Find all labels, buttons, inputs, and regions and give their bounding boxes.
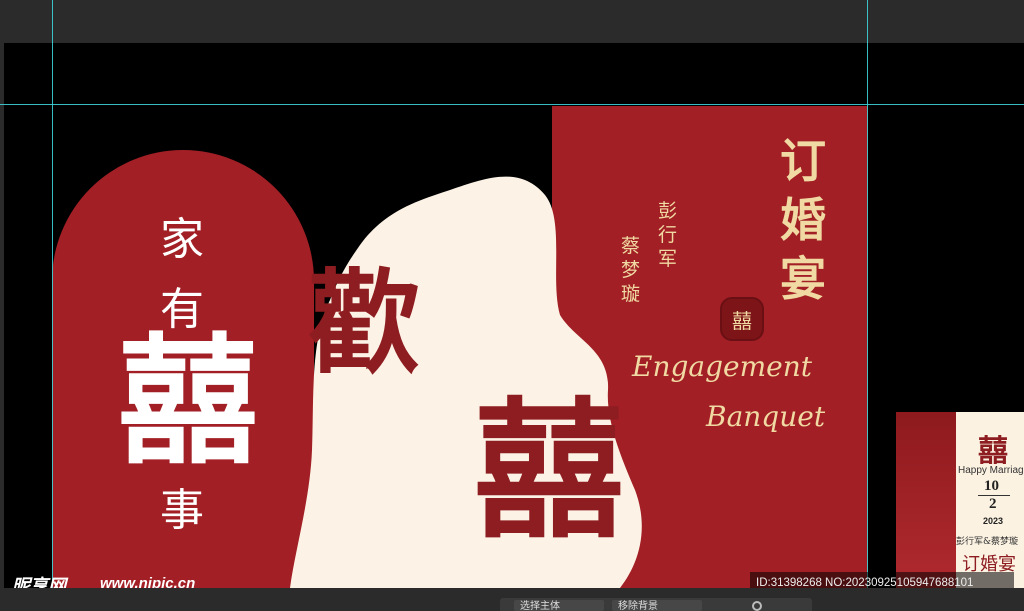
thumbnail-year: 2023 <box>983 516 1004 526</box>
center-double-happiness: 囍 <box>474 383 625 559</box>
thumbnail-month: 2 <box>989 496 997 512</box>
bride-char-2: 梦 <box>621 258 641 281</box>
groom-char-1: 彭 <box>658 200 678 222</box>
left-char-1: 家 <box>160 214 204 265</box>
title-char-2: 婚 <box>780 192 826 247</box>
invitation-thumbnail[interactable]: 囍 Happy Marriage 10 2 2023 彭行军&蔡梦璇 订婚宴 <box>896 412 1024 588</box>
guide-line-horizontal[interactable] <box>0 104 1024 105</box>
engagement-title-vertical: 订 婚 宴 <box>780 132 826 309</box>
english-banquet: Banquet <box>706 400 826 433</box>
remove-background-button[interactable]: 移除背景 <box>612 600 702 611</box>
thumbnail-day: 10 <box>984 478 999 494</box>
app-top-toolbar <box>0 0 1024 43</box>
thumbnail-names: 彭行军&蔡梦璇 <box>956 537 1019 547</box>
thumbnail-double-happiness: 囍 <box>978 434 1008 469</box>
title-char-1: 订 <box>780 134 826 188</box>
left-char-3: 事 <box>160 485 204 536</box>
more-options-icon[interactable] <box>752 601 762 611</box>
thumbnail-happy-marriage: Happy Marriage <box>958 465 1024 476</box>
guide-line-vertical-right[interactable] <box>867 0 868 611</box>
bride-char-1: 蔡 <box>621 235 641 257</box>
groom-name: 彭 行 军 <box>658 200 677 271</box>
left-double-happiness: 囍 <box>118 320 259 484</box>
title-char-3: 宴 <box>780 251 826 306</box>
left-bottom-text: 事 <box>160 474 204 538</box>
english-engagement: Engagement <box>632 350 812 383</box>
bride-char-3: 璇 <box>621 282 641 305</box>
seal-stamp: 囍 <box>720 297 764 341</box>
guide-line-vertical-left[interactable] <box>52 0 53 611</box>
bride-name: 蔡 梦 璇 <box>621 235 640 306</box>
groom-char-3: 军 <box>658 247 678 270</box>
huan-character: 歡 <box>308 258 420 389</box>
groom-char-2: 行 <box>658 223 678 246</box>
select-subject-button[interactable]: 选择主体 <box>514 600 604 611</box>
thumbnail-red-edge <box>896 412 956 588</box>
